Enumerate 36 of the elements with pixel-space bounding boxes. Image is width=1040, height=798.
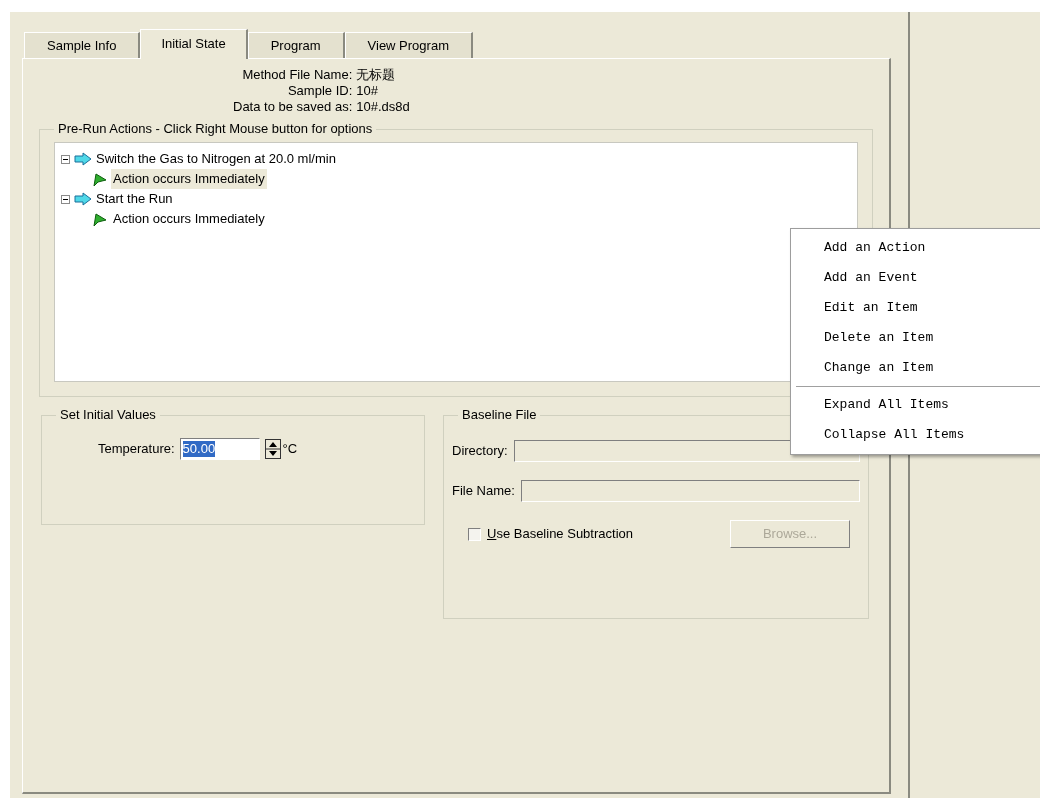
field-label: File Name: (452, 482, 515, 501)
info-label: Sample ID: (286, 83, 353, 99)
menu-item[interactable]: Collapse All Items (791, 420, 1040, 450)
group-title: Pre-Run Actions - Click Right Mouse button for options (54, 121, 377, 137)
tree-item[interactable]: Start the Run (96, 189, 173, 209)
flag-icon (91, 171, 107, 187)
temperature-field[interactable]: 50.00 (179, 438, 260, 460)
flag-icon (91, 211, 107, 227)
menu-item[interactable]: Add an Action (791, 233, 1040, 263)
info-value: 10# (356, 83, 379, 99)
input-field[interactable] (520, 480, 860, 502)
menu-item[interactable]: Delete an Item (791, 323, 1040, 353)
tree-item[interactable]: Action occurs Immediately (111, 169, 267, 189)
expander-icon[interactable] (61, 154, 70, 164)
info-value: 无标题 (356, 67, 397, 83)
menu-item[interactable]: Expand All Items (791, 390, 1040, 420)
info-label: Data to be saved as: (233, 99, 353, 115)
unit-label: °C (282, 440, 298, 459)
menu-item[interactable]: Add an Event (791, 263, 1040, 293)
menu-item[interactable]: Change an Item (791, 353, 1040, 383)
tab[interactable]: Sample Info (24, 32, 141, 58)
tab[interactable]: View Program (344, 32, 473, 58)
temperature-label: Temperature: (98, 440, 175, 459)
baseline-checkbox[interactable]: Use Baseline Subtraction (468, 524, 633, 544)
spinner-icon[interactable] (264, 439, 281, 459)
tab[interactable]: Initial State (140, 29, 248, 59)
field-label: Directory: (452, 442, 508, 461)
menu-item[interactable]: Edit an Item (791, 293, 1040, 323)
arrow-icon (74, 152, 92, 166)
expander-icon[interactable] (61, 194, 70, 204)
tree-item[interactable]: Action occurs Immediately (111, 209, 267, 229)
info-label: Method File Name: (241, 67, 353, 83)
arrow-icon (74, 192, 92, 206)
info-value: 10#.ds8d (356, 99, 410, 115)
tab[interactable]: Program (247, 32, 345, 58)
tree-item[interactable]: Switch the Gas to Nitrogen at 20.0 ml/min (96, 149, 336, 169)
